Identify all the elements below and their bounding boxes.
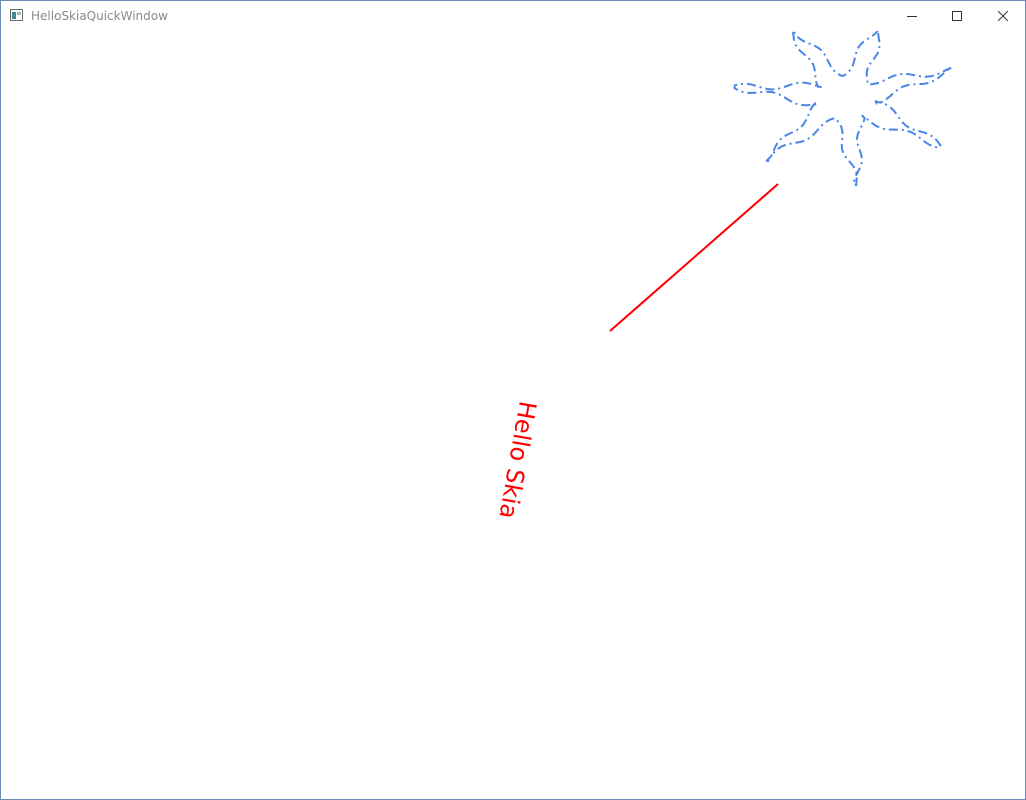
app-window: HelloSkiaQuickWindow Hello Skia xyxy=(0,0,1026,800)
window-title: HelloSkiaQuickWindow xyxy=(31,9,168,23)
app-icon xyxy=(10,9,23,21)
minimize-icon xyxy=(907,16,917,17)
minimize-button[interactable] xyxy=(889,1,935,31)
hello-text: Hello Skia xyxy=(493,399,541,521)
close-icon xyxy=(998,11,1008,21)
close-button[interactable] xyxy=(980,1,1025,31)
dashed-star-shape xyxy=(733,31,953,187)
maximize-icon xyxy=(952,11,962,21)
drawing-surface: Hello Skia xyxy=(493,31,953,521)
maximize-button[interactable] xyxy=(934,1,980,31)
skia-canvas[interactable]: Hello Skia xyxy=(1,31,1025,799)
red-line xyxy=(609,183,779,332)
title-bar[interactable]: HelloSkiaQuickWindow xyxy=(1,1,1025,31)
